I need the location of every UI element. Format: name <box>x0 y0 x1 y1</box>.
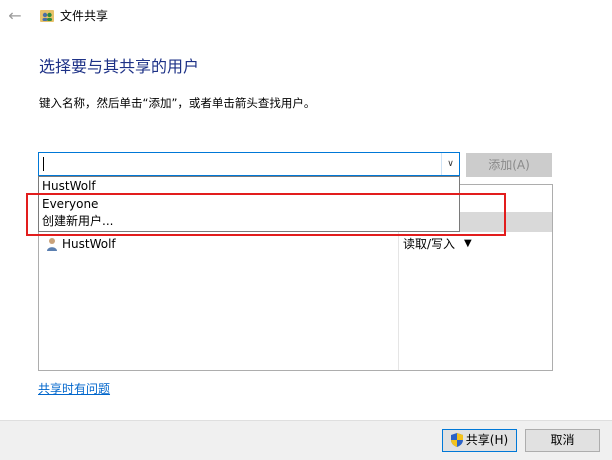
add-button[interactable]: 添加(A) <box>466 153 552 177</box>
page-heading: 选择要与其共享的用户 <box>39 57 200 76</box>
permission-user-name[interactable]: HustWolf <box>62 236 116 252</box>
help-link[interactable]: 共享时有问题 <box>38 381 110 397</box>
window-title: 文件共享 <box>60 9 109 23</box>
uac-shield-icon <box>450 433 463 447</box>
file-sharing-dialog: ← 文件共享 选择要与其共享的用户 键入名称，然后单击“添加”，或者单击箭头查找… <box>0 0 612 460</box>
people-share-icon <box>40 10 54 22</box>
text-caret <box>43 157 44 171</box>
back-arrow-icon[interactable]: ← <box>6 7 24 25</box>
dialog-footer: 共享(H) 取消 <box>0 420 612 460</box>
annotation-highlight-box <box>26 193 506 236</box>
name-input[interactable] <box>39 153 443 175</box>
dropdown-item-hustwolf[interactable]: HustWolf <box>42 178 96 194</box>
caret-down-icon[interactable]: ▼ <box>464 236 472 252</box>
cancel-button[interactable]: 取消 <box>525 429 600 452</box>
share-button[interactable]: 共享(H) <box>442 429 517 452</box>
name-combobox[interactable]: ∨ <box>38 152 460 176</box>
share-button-label: 共享(H) <box>465 433 509 447</box>
chevron-down-icon[interactable]: ∨ <box>441 153 459 175</box>
permission-level[interactable]: 读取/写入 <box>403 236 455 252</box>
user-icon <box>47 238 57 251</box>
instruction-text: 键入名称，然后单击“添加”，或者单击箭头查找用户。 <box>39 96 316 110</box>
